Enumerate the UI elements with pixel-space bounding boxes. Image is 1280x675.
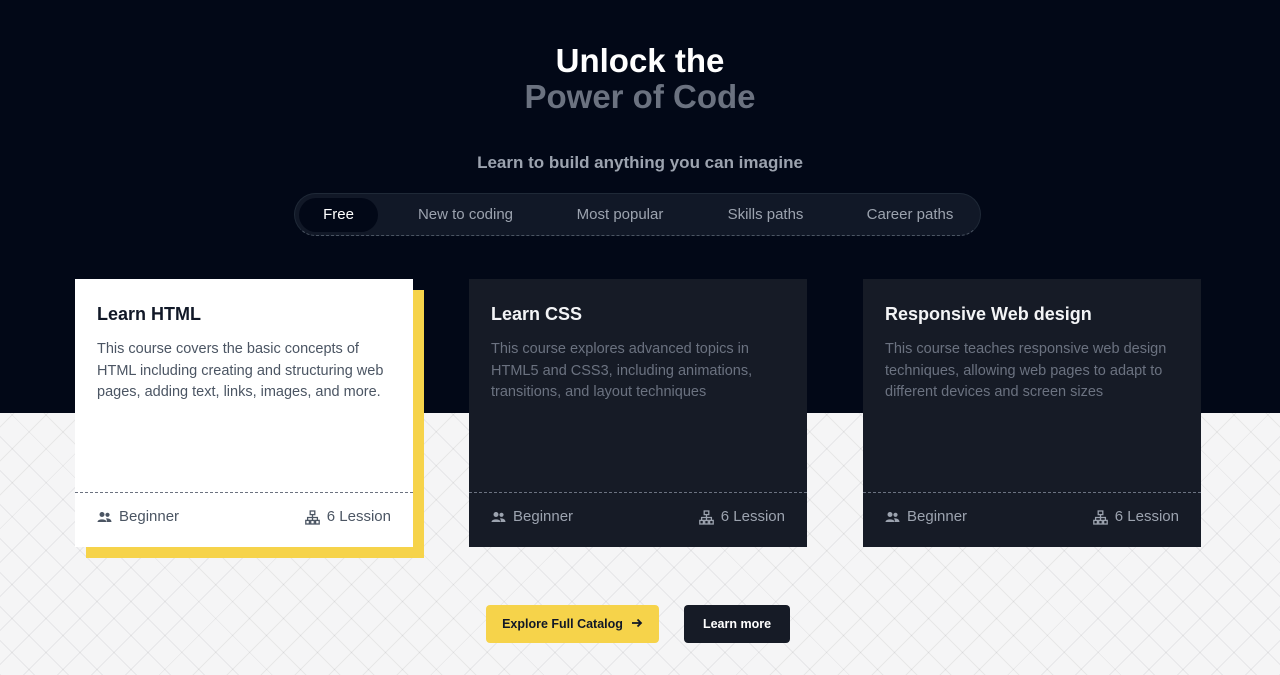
sitemap-icon xyxy=(1092,509,1115,525)
course-card-css[interactable]: Learn CSS This course explores advanced … xyxy=(469,279,807,547)
course-level: Beginner xyxy=(97,507,179,527)
course-title: Responsive Web design xyxy=(885,304,1092,324)
course-description: This course covers the basic concepts of… xyxy=(97,341,384,400)
course-title: Learn CSS xyxy=(491,304,583,324)
explore-catalog-button[interactable]: Explore Full Catalog xyxy=(486,605,659,643)
hero-title: Unlock the xyxy=(555,42,725,79)
course-level-label: Beginner xyxy=(513,508,574,525)
course-title: Learn HTML xyxy=(97,304,202,324)
course-description: This course teaches responsive web desig… xyxy=(885,341,1167,400)
tab-most-popular[interactable]: Most popular xyxy=(557,198,683,232)
category-tabs: Free New to coding Most popular Skills p… xyxy=(294,193,981,236)
course-lessons-label: 6 Lession xyxy=(326,508,391,525)
course-card-html[interactable]: Learn HTML This course covers the basic … xyxy=(75,279,413,547)
course-level-label: Beginner xyxy=(907,508,968,525)
course-lessons: 6 Lession xyxy=(1092,507,1179,527)
course-card-responsive[interactable]: Responsive Web design This course teache… xyxy=(863,279,1201,547)
course-lessons-label: 6 Lession xyxy=(1114,508,1179,525)
hero-title-highlight: Power of Code xyxy=(524,78,756,115)
users-icon xyxy=(97,511,119,523)
card-divider xyxy=(75,492,413,493)
sitemap-icon xyxy=(698,509,721,525)
course-level-label: Beginner xyxy=(119,508,180,525)
arrow-right-icon xyxy=(631,616,643,632)
course-description: This course explores advanced topics in … xyxy=(491,341,753,400)
tab-career-paths[interactable]: Career paths xyxy=(848,198,972,232)
sitemap-icon xyxy=(304,509,327,525)
course-lessons-label: 6 Lession xyxy=(720,508,785,525)
users-icon xyxy=(491,511,513,523)
card-footer: Beginner 6 Lession xyxy=(491,507,785,527)
hero-subtitle: Learn to build anything you can imagine xyxy=(477,153,803,172)
tab-free[interactable]: Free xyxy=(299,198,378,232)
tab-skills-paths[interactable]: Skills paths xyxy=(708,198,823,232)
card-divider xyxy=(863,492,1201,493)
course-lessons: 6 Lession xyxy=(304,507,391,527)
course-lessons: 6 Lession xyxy=(698,507,785,527)
explore-catalog-label: Explore Full Catalog xyxy=(502,617,623,631)
tab-new-to-coding[interactable]: New to coding xyxy=(397,198,534,232)
users-icon xyxy=(885,511,907,523)
course-level: Beginner xyxy=(885,507,967,527)
card-footer: Beginner 6 Lession xyxy=(97,507,391,527)
course-level: Beginner xyxy=(491,507,573,527)
card-footer: Beginner 6 Lession xyxy=(885,507,1179,527)
learn-more-button[interactable]: Learn more xyxy=(684,605,790,643)
card-divider xyxy=(469,492,807,493)
